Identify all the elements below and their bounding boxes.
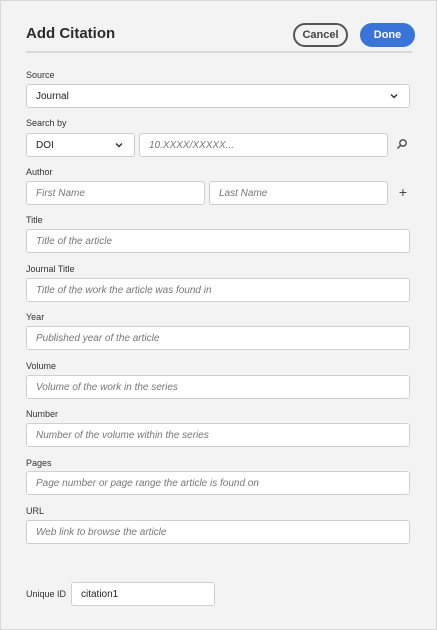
source-value: Journal <box>36 90 69 102</box>
journal-title-label: Journal Title <box>26 264 75 274</box>
pages-label: Pages <box>26 458 52 468</box>
cancel-button[interactable]: Cancel <box>293 23 348 47</box>
title-input[interactable]: Title of the article <box>26 229 410 253</box>
year-placeholder: Published year of the article <box>36 332 160 344</box>
volume-placeholder: Volume of the work in the series <box>36 381 178 393</box>
url-label: URL <box>26 506 45 516</box>
search-by-label: Search by <box>26 118 67 128</box>
pages-input[interactable]: Page number or page range the article is… <box>26 471 410 495</box>
chevron-down-icon <box>115 142 123 148</box>
url-input[interactable]: Web link to browse the article <box>26 520 410 544</box>
year-input[interactable]: Published year of the article <box>26 326 410 350</box>
dialog-header: Add Citation Cancel Done <box>26 19 415 53</box>
add-citation-dialog: Add Citation Cancel Done Source Journal … <box>0 0 437 630</box>
number-input[interactable]: Number of the volume within the series <box>26 423 410 447</box>
unique-id-input[interactable]: citation1 <box>71 582 215 606</box>
doi-search-input[interactable]: 10.XXXX/XXXXX... <box>139 133 388 157</box>
journal-title-input[interactable]: Title of the work the article was found … <box>26 278 410 302</box>
plus-icon[interactable]: + <box>397 184 409 200</box>
dialog-title: Add Citation <box>26 25 116 42</box>
source-label: Source <box>26 70 55 80</box>
unique-id-value: citation1 <box>81 588 119 600</box>
source-select[interactable]: Journal <box>26 84 410 108</box>
author-first-name-input[interactable]: First Name <box>26 181 205 205</box>
doi-search-placeholder: 10.XXXX/XXXXX... <box>149 139 235 151</box>
search-by-type-select[interactable]: DOI <box>26 133 135 157</box>
volume-input[interactable]: Volume of the work in the series <box>26 375 410 399</box>
author-last-name-input[interactable]: Last Name <box>209 181 388 205</box>
search-by-type-value: DOI <box>36 139 54 151</box>
first-name-placeholder: First Name <box>36 187 85 199</box>
number-label: Number <box>26 409 59 419</box>
search-icon[interactable] <box>396 138 408 150</box>
title-label: Title <box>26 215 43 225</box>
volume-label: Volume <box>26 361 57 371</box>
chevron-down-icon <box>390 93 398 99</box>
journal-title-placeholder: Title of the work the article was found … <box>36 284 212 296</box>
author-label: Author <box>26 167 53 177</box>
pages-placeholder: Page number or page range the article is… <box>36 477 259 489</box>
number-placeholder: Number of the volume within the series <box>36 429 209 441</box>
done-button[interactable]: Done <box>360 23 415 47</box>
year-label: Year <box>26 312 45 322</box>
last-name-placeholder: Last Name <box>219 187 268 199</box>
title-placeholder: Title of the article <box>36 235 113 247</box>
url-placeholder: Web link to browse the article <box>36 526 167 538</box>
unique-id-label: Unique ID <box>26 589 67 599</box>
